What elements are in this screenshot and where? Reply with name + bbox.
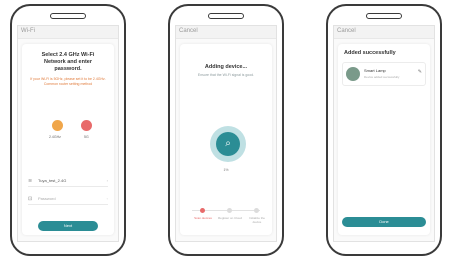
progress-ring: ⌕ [210,126,246,162]
cancel-button[interactable]: Cancel [179,28,198,34]
speaker-slot [50,13,86,19]
phone-wifi-setup: Wi-Fi Select 2.4 GHz Wi-Fi Network and e… [10,4,126,256]
top-bar: Wi-Fi [18,26,118,39]
cancel-button[interactable]: Cancel [337,28,356,34]
phone-adding-device: Cancel Adding device... Ensure that the … [168,4,284,256]
step-label: Register on Cloud [218,216,243,220]
option-2g-label: 2.4GHz [49,135,61,139]
wifi-card: Select 2.4 GHz Wi-Fi Network and enter p… [22,44,114,235]
device-row[interactable]: Smart Lamp Device added successfully ✎ [342,62,426,86]
screen-adding-device: Cancel Adding device... Ensure that the … [175,25,277,242]
top-bar: Cancel [176,26,276,39]
back-button[interactable]: Wi-Fi [21,28,35,34]
wifi-title: Select 2.4 GHz Wi-Fi Network and enter p… [41,52,95,72]
chevron-right-icon: › [106,178,108,183]
device-name: Smart Lamp [364,68,386,73]
wifi-icon: ≋ [28,178,33,184]
adding-note: Ensure that the Wi-Fi signal is good. [197,73,255,77]
top-bar: Cancel [334,26,434,39]
step-dot [254,208,259,213]
edit-icon[interactable]: ✎ [418,69,422,75]
option-5g-icon[interactable] [81,120,92,131]
adding-title: Adding device... [204,64,248,70]
adding-card: Adding device... Ensure that the Wi-Fi s… [180,44,272,235]
password-placeholder: Password [38,196,56,201]
next-button[interactable]: Next [38,221,98,231]
success-card: Added successfully Smart Lamp Device add… [338,44,430,235]
search-icon: ⌕ [216,132,240,156]
step-label: Scan devices [194,216,212,220]
step-label: Initialize the device [249,216,265,224]
success-title: Added successfully [344,50,396,56]
lock-icon: ⊡ [28,196,33,202]
option-5g-label: 5G [84,135,89,139]
wifi-name-field[interactable]: ≋ Tuya_test_2.4G › [28,176,108,187]
progress-value: 1% [223,168,229,172]
device-thumbnail [346,67,360,81]
done-button[interactable]: Done [342,217,426,227]
device-status: Device added successfully [364,75,400,79]
password-field[interactable]: ⊡ Password ◦ [28,194,108,205]
step-dot-active [200,208,205,213]
speaker-slot [208,13,244,19]
wifi-note: If your Wi-Fi is 5GHz, please set it to … [30,77,106,86]
screen-added-success: Cancel Added successfully Smart Lamp Dev… [333,25,435,242]
screen-wifi-setup: Wi-Fi Select 2.4 GHz Wi-Fi Network and e… [17,25,119,242]
option-2g-icon[interactable] [52,120,63,131]
speaker-slot [366,13,402,19]
eye-icon[interactable]: ◦ [107,196,108,201]
phone-added-success: Cancel Added successfully Smart Lamp Dev… [326,4,442,256]
step-dot [227,208,232,213]
wifi-name-value: Tuya_test_2.4G [38,178,67,183]
